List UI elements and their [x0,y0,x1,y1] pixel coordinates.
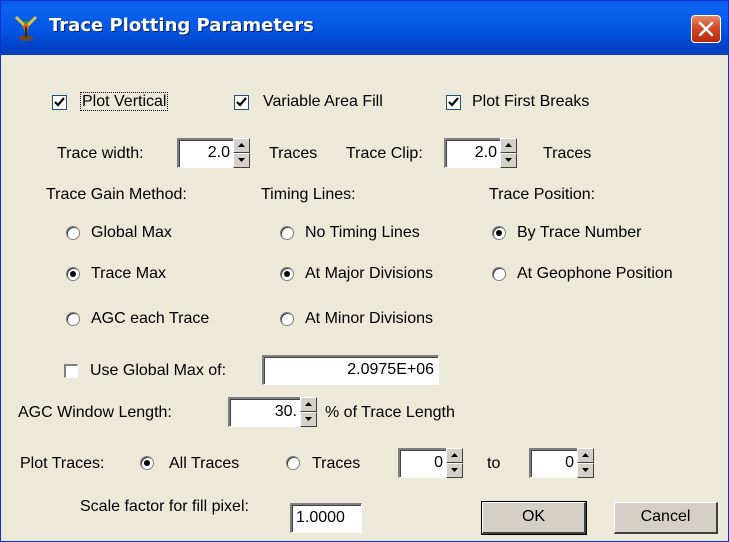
position-trace-number-radio[interactable] [492,226,506,240]
arrow-up-icon [451,453,458,457]
spin-down-button[interactable] [233,153,250,168]
agc-window-spinner[interactable] [300,397,317,427]
close-icon [698,21,714,37]
plot-first-breaks-checkbox[interactable] [446,95,461,110]
window-title: Trace Plotting Parameters [49,15,314,36]
traces-from-spinner[interactable] [446,448,463,478]
arrow-down-icon [582,468,589,472]
timing-minor-label[interactable]: At Minor Divisions [305,309,433,329]
arrow-up-icon [238,143,245,147]
position-geophone-label[interactable]: At Geophone Position [517,264,673,284]
gain-trace-max-label[interactable]: Trace Max [91,264,166,284]
agc-window-field[interactable]: 30. [228,397,302,427]
timing-none-radio[interactable] [280,226,294,240]
radio-selected-dot [144,460,150,466]
plot-range-traces-label[interactable]: Traces [312,454,360,474]
trace-clip-unit: Traces [543,145,592,162]
variable-area-fill-label[interactable]: Variable Area Fill [263,92,383,112]
spin-up-button[interactable] [446,448,463,463]
gain-global-max-radio[interactable] [66,226,80,240]
timing-lines-heading: Timing Lines: [261,186,356,203]
use-global-max-label[interactable]: Use Global Max of: [90,361,226,381]
position-geophone-radio[interactable] [492,267,506,281]
arrow-up-icon [505,143,512,147]
arrow-up-icon [305,402,312,406]
use-global-max-checkbox[interactable] [64,364,78,378]
spin-down-button[interactable] [300,412,317,427]
ok-button[interactable]: OK [481,501,587,535]
trace-width-spinner[interactable] [233,138,250,168]
dialog-body: Plot Vertical Variable Area Fill Plot Fi… [4,55,725,539]
plot-all-traces-label[interactable]: All Traces [169,454,239,474]
trace-clip-field[interactable]: 2.0 [444,138,502,168]
spin-up-button[interactable] [233,138,250,153]
title-bar[interactable]: Trace Plotting Parameters [1,1,728,55]
timing-minor-radio[interactable] [280,312,294,326]
scale-factor-label: Scale factor for fill pixel: [80,498,249,515]
agc-window-unit: % of Trace Length [325,404,455,421]
cancel-button[interactable]: Cancel [614,502,718,534]
spin-up-button[interactable] [300,397,317,412]
checkmark-icon [448,97,459,107]
trace-position-heading: Trace Position: [489,186,596,203]
radio-selected-dot [284,271,290,277]
checkmark-icon [54,97,65,107]
trace-clip-label: Trace Clip: [346,145,423,162]
app-icon [14,15,38,41]
agc-window-label: AGC Window Length: [18,404,172,421]
trace-width-field[interactable]: 2.0 [177,138,235,168]
spin-down-button[interactable] [500,153,517,168]
arrow-up-icon [582,453,589,457]
plot-traces-label: Plot Traces: [20,455,105,472]
gain-global-max-label[interactable]: Global Max [91,223,172,243]
plot-range-traces-radio[interactable] [286,456,300,470]
spin-up-button[interactable] [500,138,517,153]
radio-selected-dot [70,271,76,277]
arrow-down-icon [238,158,245,162]
timing-major-radio[interactable] [280,267,294,281]
scale-factor-field[interactable]: 1.0000 [290,503,362,533]
traces-to-field[interactable]: 0 [529,448,579,478]
gain-agc-label[interactable]: AGC each Trace [91,309,209,329]
global-max-field[interactable]: 2.0975E+06 [262,355,439,385]
position-trace-number-label[interactable]: By Trace Number [517,223,641,243]
dialog-window: Trace Plotting Parameters Plot Vertical … [0,0,729,542]
trace-width-unit: Traces [269,145,318,162]
spin-down-button[interactable] [577,463,594,478]
trace-width-label: Trace width: [57,145,144,162]
timing-none-label[interactable]: No Timing Lines [305,223,420,243]
timing-major-label[interactable]: At Major Divisions [305,264,433,284]
gain-trace-max-radio[interactable] [66,267,80,281]
plot-vertical-checkbox[interactable] [52,95,67,110]
traces-to-spinner[interactable] [577,448,594,478]
spin-up-button[interactable] [577,448,594,463]
arrow-down-icon [305,417,312,421]
gain-agc-radio[interactable] [66,312,80,326]
variable-area-fill-checkbox[interactable] [234,95,249,110]
plot-all-traces-radio[interactable] [140,456,154,470]
plot-vertical-label[interactable]: Plot Vertical [80,92,169,112]
checkmark-icon [236,97,247,107]
spin-down-button[interactable] [446,463,463,478]
arrow-down-icon [451,468,458,472]
trace-clip-spinner[interactable] [500,138,517,168]
traces-from-field[interactable]: 0 [398,448,448,478]
traces-to-label: to [487,455,501,472]
plot-first-breaks-label[interactable]: Plot First Breaks [472,92,589,112]
radio-selected-dot [496,230,502,236]
close-button[interactable] [691,15,721,43]
gain-method-heading: Trace Gain Method: [46,186,187,203]
arrow-down-icon [505,158,512,162]
